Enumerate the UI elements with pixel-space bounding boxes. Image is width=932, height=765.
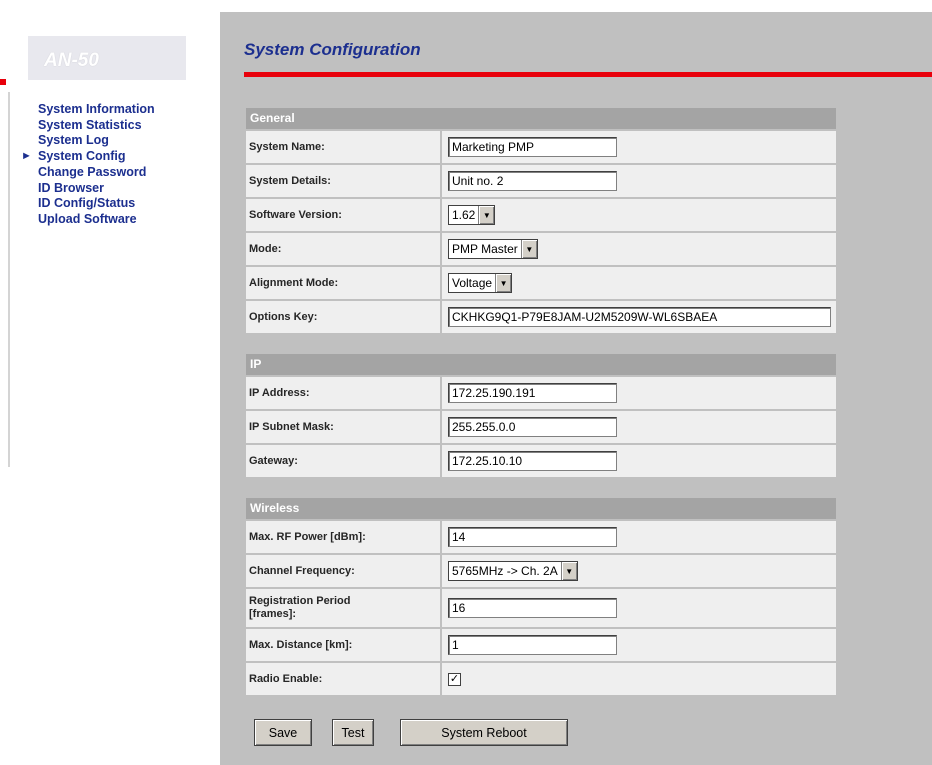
nav-item-label: ID Config/Status bbox=[38, 196, 136, 211]
form-row-max-distance: Max. Distance [km]: 1 bbox=[246, 629, 836, 661]
form-row-radio-enable: Radio Enable: ✓ bbox=[246, 663, 836, 695]
nav-item-system-information[interactable]: System Information bbox=[38, 102, 155, 118]
field-label: Channel Frequency: bbox=[246, 555, 442, 587]
wireless-section: Wireless Max. RF Power [dBm]: 14 Channel… bbox=[246, 498, 836, 695]
alignment-mode-select[interactable]: Voltage ▼ bbox=[448, 273, 513, 293]
system-reboot-button[interactable]: System Reboot bbox=[400, 719, 568, 746]
form-row-max-rf-power: Max. RF Power [dBm]: 14 bbox=[246, 521, 836, 553]
options-key-input[interactable]: CKHKG9Q1-P79E8JAM-U2M5209W-WL6SBAEA bbox=[448, 307, 831, 327]
nav-item-id-browser[interactable]: ID Browser bbox=[38, 181, 155, 197]
gateway-input[interactable]: 172.25.10.10 bbox=[448, 451, 617, 471]
page-title: System Configuration bbox=[244, 40, 421, 59]
field-label: IP Address: bbox=[246, 377, 442, 409]
form-row-mode: Mode: PMP Master ▼ bbox=[246, 233, 836, 265]
select-value: Voltage bbox=[452, 276, 493, 290]
form-row-software-version: Software Version: 1.62 ▼ bbox=[246, 199, 836, 231]
radio-enable-checkbox[interactable]: ✓ bbox=[448, 672, 461, 686]
nav-item-label: Upload Software bbox=[38, 211, 137, 226]
main-panel: System Configuration General System Name… bbox=[220, 12, 932, 765]
field-label: Gateway: bbox=[246, 445, 442, 477]
sidebar-nav: System Information System Statistics Sys… bbox=[21, 102, 155, 228]
logo: AN-50 bbox=[44, 50, 99, 71]
registration-period-input[interactable]: 16 bbox=[448, 598, 617, 618]
test-button[interactable]: Test bbox=[332, 719, 374, 746]
nav-item-label: Change Password bbox=[38, 164, 147, 179]
channel-frequency-select[interactable]: 5765MHz -> Ch. 2A ▼ bbox=[448, 561, 578, 581]
select-value: 5765MHz -> Ch. 2A bbox=[452, 564, 558, 578]
nav-item-change-password[interactable]: Change Password bbox=[38, 165, 155, 181]
nav-item-label: System Log bbox=[38, 133, 109, 148]
field-label: Max. RF Power [dBm]: bbox=[246, 521, 442, 553]
nav-item-label: ID Browser bbox=[38, 180, 104, 195]
form-row-system-details: System Details: Unit no. 2 bbox=[246, 165, 836, 197]
nav-item-label: System Config bbox=[38, 149, 126, 164]
section-header-ip: IP bbox=[246, 354, 836, 375]
nav-item-system-statistics[interactable]: System Statistics bbox=[38, 118, 155, 134]
field-label: IP Subnet Mask: bbox=[246, 411, 442, 443]
field-label: Options Key: bbox=[246, 301, 442, 333]
title-rule bbox=[244, 72, 932, 77]
subnet-mask-input[interactable]: 255.255.0.0 bbox=[448, 417, 617, 437]
form-row-channel-frequency: Channel Frequency: 5765MHz -> Ch. 2A ▼ bbox=[246, 555, 836, 587]
form-row-gateway: Gateway: 172.25.10.10 bbox=[246, 445, 836, 477]
field-label-line1: Registration Period bbox=[249, 595, 351, 607]
select-value: 1.62 bbox=[452, 208, 476, 222]
sidebar: AN-50 System Information System Statisti… bbox=[0, 12, 220, 765]
system-details-input[interactable]: Unit no. 2 bbox=[448, 171, 617, 191]
chevron-down-icon[interactable]: ▼ bbox=[520, 240, 537, 258]
ip-address-input[interactable]: 172.25.190.191 bbox=[448, 383, 617, 403]
software-version-select[interactable]: 1.62 ▼ bbox=[448, 205, 496, 225]
field-label: System Details: bbox=[246, 165, 442, 197]
form-row-subnet-mask: IP Subnet Mask: 255.255.0.0 bbox=[246, 411, 836, 443]
field-label: Max. Distance [km]: bbox=[246, 629, 442, 661]
form-row-registration-period: Registration Period [frames]: 16 bbox=[246, 589, 836, 627]
mode-select[interactable]: PMP Master ▼ bbox=[448, 239, 538, 259]
active-arrow-icon: ► bbox=[21, 150, 32, 163]
nav-item-label: System Statistics bbox=[38, 117, 142, 132]
max-distance-input[interactable]: 1 bbox=[448, 635, 617, 655]
chevron-down-icon[interactable]: ▼ bbox=[560, 562, 577, 580]
form-row-options-key: Options Key: CKHKG9Q1-P79E8JAM-U2M5209W-… bbox=[246, 301, 836, 333]
nav-item-label: System Information bbox=[38, 102, 155, 116]
field-label-line2: [frames]: bbox=[249, 608, 297, 620]
form-row-system-name: System Name: Marketing PMP bbox=[246, 131, 836, 163]
sidebar-divider bbox=[8, 92, 10, 467]
select-value: PMP Master bbox=[452, 242, 518, 256]
save-button[interactable]: Save bbox=[254, 719, 312, 746]
field-label: System Name: bbox=[246, 131, 442, 163]
nav-item-system-log[interactable]: System Log bbox=[38, 133, 155, 149]
max-rf-power-input[interactable]: 14 bbox=[448, 527, 617, 547]
ip-section: IP IP Address: 172.25.190.191 IP Subnet … bbox=[246, 354, 836, 477]
system-name-input[interactable]: Marketing PMP bbox=[448, 137, 617, 157]
field-label: Alignment Mode: bbox=[246, 267, 442, 299]
field-label: Mode: bbox=[246, 233, 442, 265]
field-label: Registration Period [frames]: bbox=[246, 589, 442, 627]
nav-item-upload-software[interactable]: Upload Software bbox=[38, 212, 155, 228]
chevron-down-icon[interactable]: ▼ bbox=[478, 206, 495, 224]
form-row-ip-address: IP Address: 172.25.190.191 bbox=[246, 377, 836, 409]
field-label: Software Version: bbox=[246, 199, 442, 231]
accent-marker bbox=[0, 79, 6, 85]
section-header-general: General bbox=[246, 108, 836, 129]
chevron-down-icon[interactable]: ▼ bbox=[495, 274, 512, 292]
form-row-alignment-mode: Alignment Mode: Voltage ▼ bbox=[246, 267, 836, 299]
section-header-wireless: Wireless bbox=[246, 498, 836, 519]
field-label-text: Registration Period [frames]: bbox=[249, 595, 350, 621]
general-section: General System Name: Marketing PMP Syste… bbox=[246, 108, 836, 333]
nav-item-system-config[interactable]: ► System Config bbox=[21, 149, 155, 165]
nav-item-id-config-status[interactable]: ID Config/Status bbox=[38, 196, 155, 212]
field-label: Radio Enable: bbox=[246, 663, 442, 695]
